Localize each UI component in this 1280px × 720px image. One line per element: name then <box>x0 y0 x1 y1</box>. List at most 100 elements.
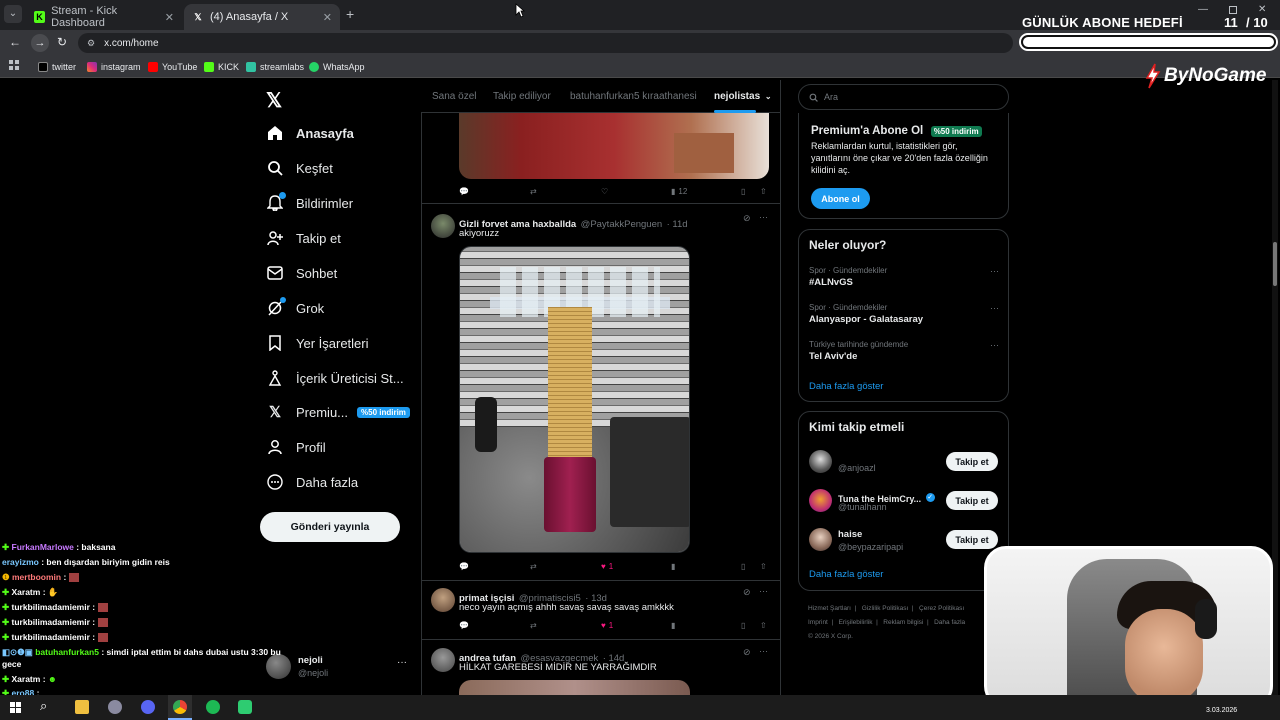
search-input[interactable]: Ara <box>798 84 1009 110</box>
trend-item[interactable]: Spor · Gündemdekiler Alanyaspor - Galata… <box>809 303 999 325</box>
sidebar-item-profile[interactable]: Profil <box>266 432 326 462</box>
app-icon[interactable] <box>75 700 89 714</box>
repost-button[interactable]: ⇄ <box>530 621 537 630</box>
follow-button[interactable]: Takip et <box>946 452 998 471</box>
bookmark-streamlabs[interactable]: streamlabs <box>246 60 304 74</box>
tweet-handle[interactable]: @PaytakkPenguen <box>581 219 662 230</box>
repost-button[interactable]: ⇄ <box>530 562 537 571</box>
tab-community[interactable]: batuhanfurkan5 kıraathanesi <box>570 91 697 102</box>
share-button[interactable]: ⇧ <box>760 621 767 630</box>
bookmark-button[interactable]: ▯ <box>741 562 745 571</box>
share-button[interactable]: ⇧ <box>760 187 767 196</box>
forward-icon[interactable]: → <box>31 34 49 52</box>
footer-link[interactable]: Erişilebilirlik <box>839 619 873 626</box>
avatar[interactable] <box>431 588 455 612</box>
footer-link[interactable]: Daha fazla <box>934 619 965 626</box>
avatar[interactable] <box>431 648 455 672</box>
footer-link[interactable]: Gizlilik Politikası <box>862 605 909 612</box>
bookmark-whatsapp[interactable]: WhatsApp <box>309 60 365 74</box>
grok-icon[interactable]: ⊘ <box>743 647 751 658</box>
spotify-icon[interactable] <box>206 700 220 714</box>
post-button[interactable]: Gönderi yayınla <box>260 512 400 542</box>
follow-button[interactable]: Takip et <box>946 491 998 510</box>
sidebar-item-follow[interactable]: Takip et <box>266 223 341 253</box>
minimize-icon[interactable]: — <box>1198 4 1208 15</box>
more-dots-icon[interactable]: ··· <box>759 646 768 656</box>
site-info-icon[interactable]: ⚙ <box>87 38 95 49</box>
tab-search-button[interactable]: ⌄ <box>4 5 22 23</box>
like-button[interactable]: ♥ 1 <box>601 562 613 571</box>
bookmark-button[interactable]: ▯ <box>741 621 745 630</box>
scrollbar-thumb[interactable] <box>1273 242 1277 286</box>
more-dots-icon[interactable]: ··· <box>990 340 999 350</box>
repost-button[interactable]: ⇄ <box>530 187 537 196</box>
search-icon[interactable]: ⌕ <box>40 698 47 714</box>
tab-nejolistas[interactable]: nejolistas ⌄ <box>714 91 772 113</box>
avatar[interactable] <box>809 450 832 473</box>
bookmark-button[interactable]: ▯ <box>741 187 745 196</box>
address-bar[interactable]: ⚙ x.com/home <box>78 33 1013 53</box>
grok-icon[interactable]: ⊘ <box>743 587 751 598</box>
tweet-image[interactable] <box>459 246 690 553</box>
reply-button[interactable]: 💬 <box>459 621 469 630</box>
new-tab-button[interactable]: + <box>346 6 354 22</box>
reply-button[interactable]: 💬 <box>459 562 469 571</box>
like-button[interactable]: ♥ 1 <box>601 621 613 630</box>
trend-item[interactable]: Türkiye tarihinde gündemde Tel Aviv'de ·… <box>809 340 999 362</box>
trend-item[interactable]: Spor · Gündemdekiler #ALNvGS ··· <box>809 266 999 288</box>
app-icon[interactable] <box>108 700 122 714</box>
views-button[interactable]: ▮ <box>671 562 675 571</box>
show-more-trends-link[interactable]: Daha fazla göster <box>809 381 883 392</box>
avatar[interactable] <box>809 489 832 512</box>
close-tab-icon[interactable]: ✕ <box>165 11 174 24</box>
sidebar-item-explore[interactable]: Keşfet <box>266 153 333 183</box>
like-button[interactable]: ♡ <box>601 187 608 196</box>
sidebar-item-grok[interactable]: Grok <box>266 293 324 323</box>
bookmark-instagram[interactable]: instagram <box>87 60 141 74</box>
views-button[interactable]: ▮ <box>671 621 675 630</box>
follow-button[interactable]: Takip et <box>946 530 998 549</box>
tweet-image-partial[interactable] <box>459 680 690 695</box>
back-icon[interactable]: ← <box>9 35 21 49</box>
restore-icon[interactable] <box>1229 6 1237 14</box>
sidebar-item-bookmarks[interactable]: Yer İşaretleri <box>266 328 369 358</box>
grok-icon[interactable]: ⊘ <box>743 213 751 224</box>
footer-link[interactable]: Çerez Politikası <box>919 605 964 612</box>
subscribe-button[interactable]: Abone ol <box>811 188 870 209</box>
bookmark-twitter[interactable]: twitter <box>38 60 76 74</box>
sidebar-item-home[interactable]: Anasayfa <box>266 118 354 148</box>
show-more-suggestions-link[interactable]: Daha fazla göster <box>809 569 883 580</box>
footer-link[interactable]: Hizmet Şartları <box>808 605 851 612</box>
more-dots-icon[interactable]: ··· <box>990 303 999 313</box>
apps-icon[interactable] <box>9 60 19 70</box>
tab-kick-dashboard[interactable]: K Stream - Kick Dashboard ✕ <box>26 4 182 30</box>
suggestion-name[interactable]: haise <box>838 529 862 540</box>
tweet-image-partial[interactable] <box>459 113 769 179</box>
reload-icon[interactable]: ↻ <box>57 35 67 49</box>
sidebar-item-more[interactable]: Daha fazla <box>266 467 358 497</box>
footer-link[interactable]: Imprint <box>808 619 828 626</box>
tab-for-you[interactable]: Sana özel <box>432 91 476 102</box>
sidebar-item-creator-studio[interactable]: İçerik Üreticisi St... <box>266 363 404 393</box>
more-dots-icon[interactable]: ··· <box>759 212 768 222</box>
chrome-icon[interactable] <box>168 695 192 720</box>
bookmark-kick[interactable]: KICK <box>204 60 239 74</box>
sidebar-item-messages[interactable]: Sohbet <box>266 258 337 288</box>
windows-start-icon[interactable] <box>10 702 21 713</box>
tab-x-home[interactable]: 𝕏 (4) Anasayfa / X ✕ <box>184 4 340 30</box>
close-window-icon[interactable]: ✕ <box>1258 4 1266 15</box>
close-tab-icon[interactable]: ✕ <box>323 11 332 24</box>
footer-link[interactable]: Reklam bilgisi <box>883 619 923 626</box>
share-button[interactable]: ⇧ <box>760 562 767 571</box>
views-button[interactable]: ▮ 12 <box>671 187 687 196</box>
discord-icon[interactable] <box>141 700 155 714</box>
avatar[interactable] <box>809 528 832 551</box>
more-dots-icon[interactable]: ··· <box>990 266 999 276</box>
app-icon[interactable] <box>238 700 252 714</box>
x-logo-icon[interactable]: 𝕏 <box>266 88 282 113</box>
tab-following[interactable]: Takip ediliyor <box>493 91 551 102</box>
reply-button[interactable]: 💬 <box>459 187 469 196</box>
sidebar-item-notifications[interactable]: Bildirimler <box>266 188 353 218</box>
avatar[interactable] <box>431 214 455 238</box>
sidebar-item-premium[interactable]: 𝕏 Premiu... %50 indirim <box>266 397 410 427</box>
